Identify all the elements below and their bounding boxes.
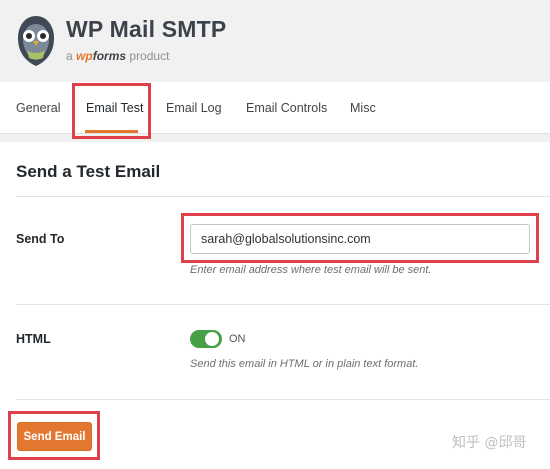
tab-email-log[interactable]: Email Log (166, 101, 222, 115)
toggle-knob (205, 332, 219, 346)
subtitle-suffix: product (129, 49, 170, 63)
tab-email-controls[interactable]: Email Controls (246, 101, 327, 115)
plugin-title: WP Mail SMTP (66, 16, 227, 42)
pigeon-logo-icon (18, 16, 54, 66)
tab-misc[interactable]: Misc (350, 101, 376, 115)
button-highlight-box (8, 411, 100, 460)
watermark: 知乎 @邱哥 (452, 435, 527, 451)
tab-highlight-box (72, 83, 151, 139)
html-toggle[interactable] (190, 330, 222, 348)
actions-divider (16, 399, 550, 400)
section-divider (16, 196, 550, 197)
send-to-description: Enter email address where test email wil… (190, 264, 432, 276)
row-divider (16, 304, 550, 305)
subtitle-prefix: a (66, 49, 73, 63)
plugin-header: WP Mail SMTP a wpforms product (0, 0, 550, 82)
wpforms-wp: wp (76, 49, 93, 63)
section-title: Send a Test Email (16, 162, 161, 181)
send-to-label: Send To (16, 232, 65, 246)
wpforms-forms: forms (92, 49, 127, 63)
html-label: HTML (16, 332, 51, 346)
tab-general[interactable]: General (16, 101, 60, 115)
html-description: Send this email in HTML or in plain text… (190, 358, 419, 370)
toggle-state-label: ON (229, 333, 246, 345)
input-highlight-box (181, 213, 539, 263)
plugin-subtitle: a wpforms product (66, 49, 169, 63)
